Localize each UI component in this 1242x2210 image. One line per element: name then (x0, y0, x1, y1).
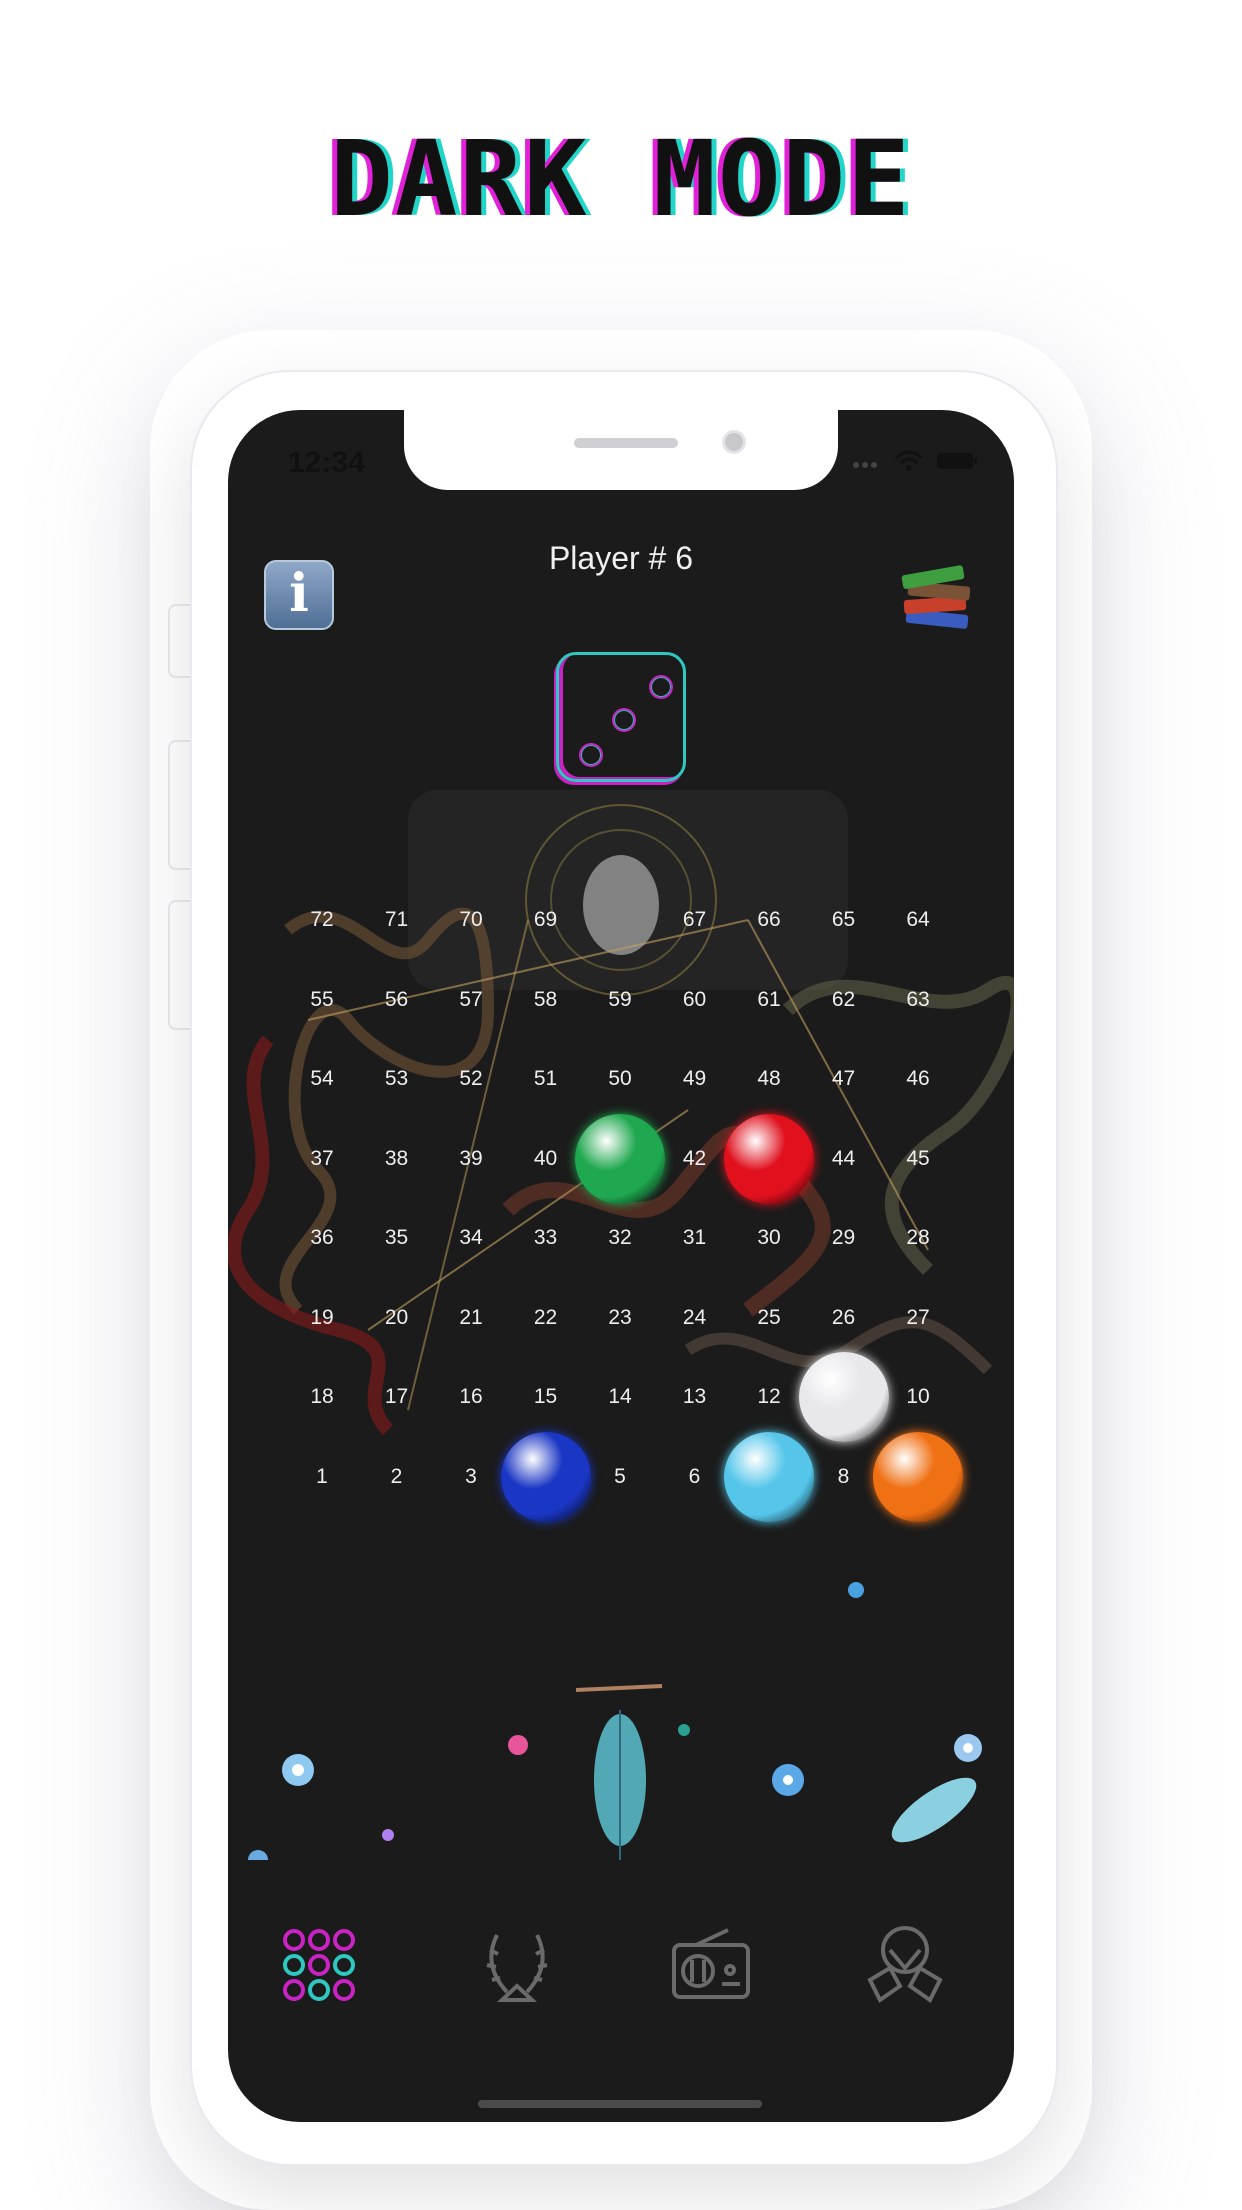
board-cell: 47 (831, 1067, 856, 1090)
board-cell: 57 (459, 987, 483, 1011)
board-cell: 53 (384, 1067, 409, 1090)
board-cell: 44 (831, 1146, 856, 1170)
board-cell: 60 (682, 987, 707, 1011)
board-cell: 21 (459, 1305, 483, 1329)
board-cell: 42 (682, 1146, 707, 1170)
feather-icon (891, 1777, 977, 1843)
app-screen: 12:34 Player # 6 i 72 71 70 69 67 66 65 64 55 56 5… (228, 410, 1014, 2122)
board-cell: 46 (906, 1067, 930, 1090)
flower-icon (282, 1754, 314, 1786)
board-cell: 15 (533, 1385, 558, 1408)
board-cell: 69 (533, 908, 558, 931)
board-cell: 34 (459, 1226, 483, 1249)
board-cell: 38 (384, 1146, 409, 1170)
gem-topaz-icon (873, 1431, 963, 1522)
board-cell: 59 (608, 987, 632, 1011)
board-cell: 50 (608, 1067, 632, 1090)
game-board: 72 71 70 69 67 66 65 64 55 56 57 58 59 60 61 62 63 54 53 52… (228, 410, 1014, 2122)
gem-emerald-icon (575, 1113, 665, 1204)
board-cell: 61 (757, 987, 781, 1011)
board-cell: 29 (831, 1226, 856, 1249)
board-cell: 27 (906, 1305, 930, 1329)
flower-icon (508, 1735, 528, 1755)
board-cell: 28 (906, 1226, 930, 1249)
board-cell: 45 (906, 1146, 930, 1170)
board-cell: 58 (533, 987, 558, 1011)
board-cell: 67 (682, 908, 707, 931)
tab-helping-hands-icon[interactable] (860, 1920, 950, 2010)
promo-headline: DARK MODE (330, 118, 912, 240)
board-cell: 16 (459, 1385, 483, 1408)
board-cell: 1 (316, 1464, 328, 1488)
volume-up-button (168, 740, 192, 870)
board-cell: 30 (757, 1226, 781, 1249)
board-cell: 12 (757, 1385, 781, 1408)
board-cell: 31 (682, 1226, 707, 1249)
board-cell: 37 (310, 1146, 334, 1170)
flower-icon (954, 1734, 982, 1762)
board-cell: 71 (384, 908, 409, 931)
board-cell: 22 (533, 1305, 558, 1329)
dreamcatcher-feather-icon (575, 1684, 663, 1860)
board-cell: 5 (614, 1464, 626, 1488)
board-cell: 39 (459, 1146, 483, 1170)
board-cell: 32 (608, 1226, 632, 1249)
home-indicator (478, 2100, 762, 2108)
tab-bar (228, 1920, 1014, 2040)
board-cell: 33 (533, 1226, 558, 1249)
board-cell: 8 (837, 1464, 850, 1488)
board-cell: 25 (757, 1305, 781, 1329)
board-cell: 24 (682, 1305, 707, 1329)
board-cell: 13 (682, 1385, 707, 1408)
board-cell: 63 (906, 987, 930, 1011)
board-cell: 3 (465, 1464, 477, 1488)
decorative-ornaments (248, 1582, 982, 1860)
board-cell: 14 (608, 1385, 632, 1408)
board-cell: 64 (906, 908, 930, 931)
gem-ruby-icon (724, 1113, 814, 1204)
board-cell: 62 (831, 987, 856, 1011)
board-cell: 35 (384, 1226, 409, 1249)
gem-diamond-icon (798, 1352, 889, 1442)
board-cell: 56 (384, 987, 409, 1011)
board-cell: 48 (757, 1067, 781, 1090)
board-cell: 70 (459, 908, 483, 931)
board-cell: 66 (757, 908, 781, 931)
board-cell: 55 (310, 987, 334, 1011)
flower-icon (848, 1582, 864, 1598)
board-cell: 10 (906, 1385, 930, 1408)
gem-sapphire-icon (500, 1431, 591, 1522)
tab-game-grid-icon[interactable] (274, 1920, 364, 2010)
silent-switch (168, 604, 192, 678)
board-cell: 36 (310, 1226, 334, 1249)
board-cell: 40 (533, 1146, 558, 1170)
board-cell: 26 (831, 1305, 856, 1329)
board-cell: 52 (459, 1067, 483, 1090)
board-cell: 6 (688, 1464, 701, 1488)
flower-icon (248, 1850, 268, 1860)
tab-radio-icon[interactable] (666, 1920, 756, 2010)
board-cell: 18 (310, 1385, 334, 1408)
board-cell: 49 (682, 1067, 707, 1090)
board-cell: 17 (384, 1385, 409, 1408)
board-cell: 2 (390, 1464, 403, 1488)
board-cell: 20 (384, 1305, 409, 1329)
gem-aquamarine-icon (724, 1431, 814, 1522)
board-cell: 65 (831, 908, 856, 931)
flower-icon (772, 1764, 804, 1796)
board-cell: 51 (533, 1067, 558, 1090)
board-cell: 54 (310, 1067, 334, 1090)
board-cell: 19 (310, 1305, 334, 1329)
volume-down-button (168, 900, 192, 1030)
board-cell: 23 (608, 1305, 632, 1329)
tab-laurel-wreath-icon[interactable] (472, 1920, 562, 2010)
board-cell: 72 (310, 908, 334, 931)
